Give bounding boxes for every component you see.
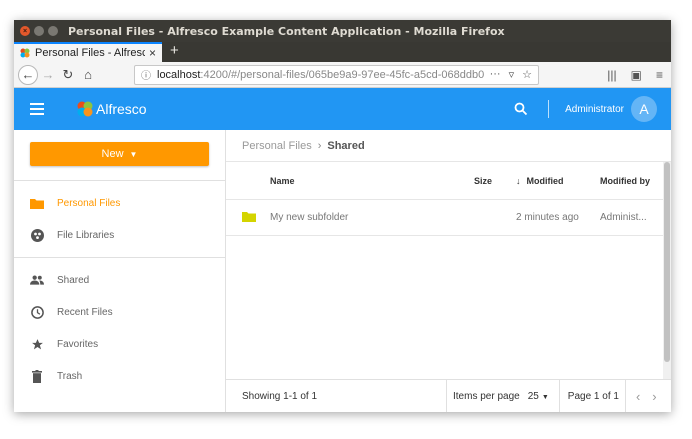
browser-tab[interactable]: Personal Files - Alfresco × <box>14 42 162 62</box>
tab-label: Personal Files - Alfresco <box>35 47 145 59</box>
items-per-page: Items per page 25 ▼ <box>446 380 559 412</box>
clock-icon <box>30 305 44 319</box>
table-row[interactable]: My new subfolder 2 minutes ago Administ.… <box>226 200 663 236</box>
chevron-right-icon: › <box>317 139 322 152</box>
scrollbar-thumb[interactable] <box>664 162 670 362</box>
row-modified: 2 minutes ago <box>516 212 579 223</box>
home-button[interactable]: ⌂ <box>78 65 98 85</box>
search-icon[interactable] <box>514 102 528 116</box>
sidebar-item-label: Recent Files <box>57 306 113 318</box>
breadcrumb-current: Shared <box>327 139 365 152</box>
new-tab-button[interactable]: + <box>170 42 179 62</box>
breadcrumb: Personal Files › Shared <box>226 130 671 162</box>
hamburger-menu-icon[interactable] <box>30 103 44 115</box>
new-button[interactable]: New ▼ <box>30 142 209 166</box>
sidebar-item-label: Personal Files <box>57 197 121 209</box>
column-header-modified-by[interactable]: Modified by <box>600 176 663 186</box>
main-area: New ▼ Personal Files File Libraries Shar… <box>14 130 671 412</box>
sidebar: New ▼ Personal Files File Libraries Shar… <box>14 130 226 412</box>
app-header: Alfresco Administrator A <box>14 88 671 130</box>
user-name[interactable]: Administrator <box>565 104 624 115</box>
sidebar-item-personal-files[interactable]: Personal Files <box>14 187 225 219</box>
window-title: Personal Files - Alfresco Example Conten… <box>68 24 505 38</box>
tab-close-icon[interactable]: × <box>149 46 156 60</box>
column-header-modified-label: Modified <box>526 175 564 186</box>
libraries-icon <box>30 228 44 242</box>
sidebar-item-label: Favorites <box>57 338 99 350</box>
file-table: Name Size ↓ Modified Modified by My new s… <box>226 162 663 236</box>
bookmark-star-icon[interactable]: ☆ <box>522 68 532 81</box>
reload-button[interactable]: ↻ <box>58 65 78 85</box>
forward-button[interactable]: → <box>38 65 58 85</box>
items-per-page-label: Items per page <box>453 390 520 402</box>
sidebar-item-file-libraries[interactable]: File Libraries <box>14 219 225 251</box>
page-indicator[interactable]: Page 1 of 1 <box>558 380 625 412</box>
info-icon[interactable]: ⓘ <box>141 67 151 82</box>
row-modified-by: Administ... <box>600 212 647 223</box>
column-header-name[interactable]: Name <box>270 176 474 186</box>
url-bar[interactable]: ⓘ localhost :4200/#/personal-files/065be… <box>134 64 539 85</box>
alfresco-logo-icon <box>77 101 93 117</box>
window-maximize-button[interactable] <box>48 26 58 36</box>
pagination: Showing 1-1 of 1 Items per page 25 ▼ Page… <box>226 379 671 412</box>
new-button-label: New <box>101 148 124 160</box>
star-icon <box>30 337 44 351</box>
alfresco-logo[interactable]: Alfresco <box>76 100 147 118</box>
header-divider <box>548 100 550 118</box>
breadcrumb-root[interactable]: Personal Files <box>242 140 312 152</box>
table-header: Name Size ↓ Modified Modified by <box>226 162 663 200</box>
people-icon <box>30 273 44 287</box>
sidebar-toggle-icon[interactable]: ▣ <box>631 68 642 82</box>
title-bar: × Personal Files - Alfresco Example Cont… <box>14 20 671 42</box>
menu-icon[interactable]: ≡ <box>656 68 663 82</box>
sort-down-arrow-icon: ↓ <box>516 175 521 186</box>
caret-down-icon: ▼ <box>129 149 138 159</box>
row-name[interactable]: My new subfolder <box>270 212 474 223</box>
content-area: Personal Files › Shared Name Size ↓ Modif… <box>226 130 671 412</box>
alfresco-favicon-icon <box>20 48 30 58</box>
sidebar-item-recent-files[interactable]: Recent Files <box>14 296 225 328</box>
avatar[interactable]: A <box>631 96 657 122</box>
folder-icon <box>30 196 44 210</box>
url-host: localhost <box>157 68 201 81</box>
folder-icon <box>226 211 270 225</box>
pocket-icon[interactable]: ▿ <box>509 68 515 81</box>
navigation-bar: ← → ↻ ⌂ ⓘ localhost :4200/#/personal-fil… <box>14 62 671 88</box>
sidebar-item-favorites[interactable]: Favorites <box>14 328 225 360</box>
sidebar-item-trash[interactable]: Trash <box>14 360 225 392</box>
sidebar-item-label: Shared <box>57 274 90 286</box>
window-minimize-button[interactable] <box>34 26 44 36</box>
url-path: :4200/#/personal-files/065be9a9-97ee-45f… <box>200 68 484 81</box>
sidebar-item-label: File Libraries <box>57 229 115 241</box>
pagination-range: Showing 1-1 of 1 <box>242 390 318 402</box>
caret-down-icon: ▼ <box>541 393 549 401</box>
tab-strip: Personal Files - Alfresco × + <box>14 42 671 62</box>
library-icon[interactable]: ||| <box>607 68 616 82</box>
sidebar-item-label: Trash <box>57 370 83 382</box>
logo-text: Alfresco <box>96 101 147 117</box>
back-button[interactable]: ← <box>18 64 38 85</box>
browser-window: × Personal Files - Alfresco Example Cont… <box>14 20 671 412</box>
column-header-modified[interactable]: ↓ Modified <box>516 176 600 186</box>
scrollbar[interactable] <box>663 162 671 380</box>
window-close-button[interactable]: × <box>20 26 30 36</box>
page-label: Page 1 of 1 <box>567 390 619 402</box>
sidebar-item-shared[interactable]: Shared <box>14 264 225 296</box>
page-actions-icon[interactable]: ··· <box>490 68 501 81</box>
trash-icon <box>30 369 44 383</box>
column-header-size[interactable]: Size <box>474 176 516 186</box>
items-per-page-select[interactable]: 25 ▼ <box>528 391 549 402</box>
page-navigation: ‹ › <box>624 380 665 412</box>
next-page-icon[interactable]: › <box>652 389 656 404</box>
previous-page-icon[interactable]: ‹ <box>636 389 640 404</box>
